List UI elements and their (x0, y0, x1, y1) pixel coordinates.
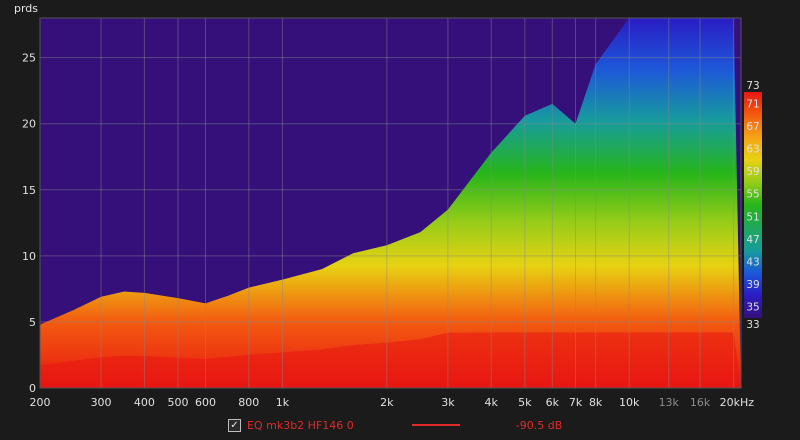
x-tick-label: 200 (30, 396, 51, 409)
x-tick-label: 7k (569, 396, 583, 409)
x-tick-label: 300 (91, 396, 112, 409)
x-tick-label: 1k (276, 396, 290, 409)
x-tick-label: 5k (518, 396, 532, 409)
x-tick-label: 10k (619, 396, 640, 409)
colorbar-tick-label: 35 (746, 302, 759, 314)
y-tick-label: 5 (29, 316, 36, 329)
x-tick-label: 4k (485, 396, 499, 409)
x-tick-label: 6k (546, 396, 560, 409)
y-tick-label: 15 (22, 184, 36, 197)
colorbar-tick-label: 43 (746, 257, 759, 269)
colorbar-tick-label: 71 (746, 98, 759, 110)
x-tick-label: 16k (690, 396, 711, 409)
legend: ✓ EQ mk3b2 HF146 0 -90.5 dB (228, 416, 562, 434)
x-tick-label: 20kHz (720, 396, 755, 409)
x-tick-label: 3k (441, 396, 455, 409)
x-axis-ticks: 200 300 400 500 600 800 1k 2k 3k 4k 5k 6k 7k 8k 10k 13k… (30, 396, 755, 409)
series-value: -90.5 dB (515, 418, 563, 432)
colorbar-tick-label: 73 (746, 80, 759, 92)
colorbar-tick-label: 51 (746, 211, 759, 223)
colorbar-tick-label: 67 (746, 121, 759, 133)
series-checkbox[interactable]: ✓ (228, 418, 241, 432)
waterfall-chart: 200 300 400 500 600 800 1k 2k 3k 4k 5k 6k 7k 8k 10k 13k… (14, 2, 762, 409)
colorbar-tick-label: 55 (746, 189, 759, 201)
x-tick-label: 500 (168, 396, 189, 409)
x-tick-label: 600 (195, 396, 216, 409)
colorbar-tick-label: 39 (746, 279, 759, 291)
x-tick-label: 800 (238, 396, 259, 409)
y-axis-label: prds (14, 2, 38, 15)
colorbar-tick-label: 59 (746, 166, 759, 178)
y-tick-label: 25 (22, 52, 36, 65)
x-tick-label: 13k (659, 396, 680, 409)
x-tick-label: 2k (380, 396, 394, 409)
colorbar-tick-label: 63 (746, 144, 759, 156)
colorbar-tick-label: 47 (746, 234, 759, 246)
y-tick-label: 10 (22, 250, 36, 263)
y-axis-ticks: 0 5 10 15 20 25 (22, 52, 36, 395)
y-tick-label: 20 (22, 118, 36, 131)
x-tick-label: 400 (134, 396, 155, 409)
series-name[interactable]: EQ mk3b2 HF146 0 (247, 419, 354, 432)
series-line-swatch (411, 424, 460, 426)
colorbar-tick-label: 33 (746, 319, 759, 331)
x-tick-label: 8k (589, 396, 603, 409)
y-tick-label: 0 (29, 382, 36, 395)
